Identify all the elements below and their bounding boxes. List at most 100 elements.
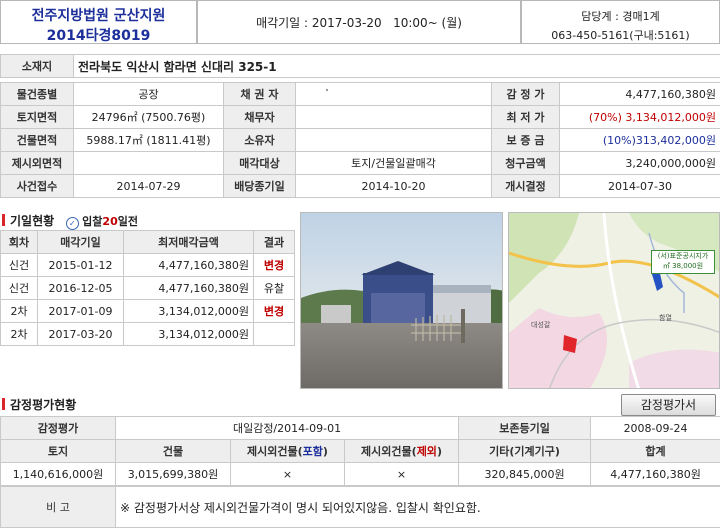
cell-label: 감정평가 — [0, 416, 116, 440]
property-info-table: 소재지 전라북도 익산시 함라면 신대리 325-1 — [0, 54, 720, 78]
table-row: 물건종별 공장 채 권 자 감 정 가 4,477,160,380원 — [0, 82, 720, 106]
minimum-price: (70%) 3,134,012,000원 — [559, 105, 720, 129]
sale-date: 2017-03-20 — [37, 322, 124, 346]
result: 변경 — [253, 299, 295, 323]
table-row: 신건 2016-12-05 4,477,160,380원 유찰 — [0, 276, 295, 300]
round: 2차 — [0, 322, 38, 346]
land-area: 24796㎡ (7500.76평) — [73, 105, 224, 129]
bid-suffix: 일전 — [117, 215, 138, 228]
col-header-text: ) — [322, 445, 328, 458]
map-place-label: 함열 — [659, 314, 672, 322]
col-header: 합계 — [590, 439, 720, 463]
appraisal-section-title: 감정평가현황 — [2, 396, 76, 413]
note-table: 비 고 ※ 감정평가서상 제시외건물가격이 명시 되어있지않음. 입찰시 확인요… — [0, 486, 720, 528]
location-label: 소재지 — [0, 54, 74, 78]
col-header: 제시외건물(포함) — [230, 439, 345, 463]
min-price: 3,134,012,000원 — [123, 299, 254, 323]
col-header: 결과 — [253, 230, 295, 254]
history-title: 기일현황 — [10, 214, 55, 228]
location-map[interactable]: (서)표준공시지가 ㎡ 38,000원 대성갈 함열 — [508, 212, 720, 389]
location-value: 전라북도 익산시 함라면 신대리 325-1 — [72, 54, 720, 78]
factory-photo-image — [301, 213, 502, 388]
table-row: 토지면적 24796㎡ (7500.76평) 채무자 최 저 가 (70%) 3… — [0, 105, 720, 129]
min-price: 4,477,160,380원 — [123, 276, 254, 300]
redacted-dot — [326, 89, 328, 91]
cell-label: 최 저 가 — [491, 105, 560, 129]
dividend-deadline: 2014-10-20 — [295, 174, 492, 198]
start-decision-date: 2014-07-30 — [559, 174, 720, 198]
round: 신건 — [0, 276, 38, 300]
property-photo[interactable] — [300, 212, 503, 389]
cell-label: 매각대상 — [223, 151, 296, 175]
property-type: 공장 — [73, 82, 224, 106]
map-place-label: 대성갈 — [531, 321, 551, 329]
table-row: 소재지 전라북도 익산시 함라면 신대리 325-1 — [0, 54, 720, 78]
building-area: 5988.17㎡ (1811.41평) — [73, 128, 224, 152]
col-header: 회차 — [0, 230, 38, 254]
table-row: 건물면적 5988.17㎡ (1811.41평) 소유자 보 증 금 (10%)… — [0, 128, 720, 152]
map-price-title: (서)표준공시지가 — [657, 252, 709, 260]
col-header: 건물 — [115, 439, 231, 463]
note-text: ※ 감정평가서상 제시외건물가격이 명시 되어있지않음. 입찰시 확인요함. — [115, 486, 720, 528]
history-section-title: 기일현황 ✓ 입찰20일전 — [2, 212, 138, 230]
case-header-box: 전주지방법원 군산지원 2014타경8019 — [0, 0, 197, 44]
history-table: 회차 매각기일 최저매각금액 결과 신건 2015-01-12 4,477,16… — [0, 230, 295, 346]
map-price-value: ㎡ 38,000원 — [662, 262, 704, 270]
cell-label: 청구금액 — [491, 151, 560, 175]
table-row: 1,140,616,000원 3,015,699,380원 × × 320,84… — [0, 462, 720, 486]
sale-target: 토지/건물일괄매각 — [295, 151, 492, 175]
cell-label: 보존등기일 — [458, 416, 592, 440]
bid-prefix: 입찰 — [82, 215, 103, 228]
col-header: 기타(기계기구) — [458, 439, 592, 463]
cell-label: 개시결정 — [491, 174, 560, 198]
min-price: 4,477,160,380원 — [123, 253, 254, 277]
sale-date: 2015-01-12 — [37, 253, 124, 277]
col-header: 제시외건물(제외) — [343, 439, 460, 463]
dept-phone: 063-450-5161(구내:5161) — [551, 29, 690, 42]
extra-included-value: × — [230, 462, 345, 486]
case-number: 2014타경8019 — [46, 28, 151, 44]
total-value: 4,477,160,380원 — [590, 462, 720, 486]
cell-label: 물건종별 — [0, 82, 74, 106]
cell-label: 채무자 — [223, 105, 296, 129]
table-row: 사건접수 2014-07-29 배당종기일 2014-10-20 개시결정 20… — [0, 174, 720, 198]
court-name: 전주지방법원 군산지원 — [31, 8, 166, 24]
cell-label: 토지면적 — [0, 105, 74, 129]
note-label: 비 고 — [0, 486, 116, 528]
section-bullet — [2, 214, 5, 226]
round: 신건 — [0, 253, 38, 277]
col-header: 최저매각금액 — [123, 230, 254, 254]
sale-date: 매각기일 : 2017-03-20 10:00~ (월) — [256, 16, 462, 30]
appraisal-title: 감정평가현황 — [10, 398, 77, 412]
col-header-emph: 포함 — [302, 445, 323, 458]
case-received-date: 2014-07-29 — [73, 174, 224, 198]
table-row: 감정평가 대일감정/2014-09-01 보존등기일 2008-09-24 — [0, 416, 720, 440]
cell-label: 채 권 자 — [223, 82, 296, 106]
table-header-row: 회차 매각기일 최저매각금액 결과 — [0, 230, 295, 254]
appraisal-table: 감정평가 대일감정/2014-09-01 보존등기일 2008-09-24 토지… — [0, 416, 720, 486]
table-row: 2차 2017-03-20 3,134,012,000원 — [0, 322, 295, 346]
appraisal-report-button[interactable]: 감정평가서 — [621, 394, 716, 416]
dept-name: 담당계 : 경매1계 — [581, 10, 660, 23]
result: 유찰 — [253, 276, 295, 300]
building-value: 3,015,699,380원 — [115, 462, 231, 486]
col-header-emph: 제외 — [416, 445, 437, 458]
cell-label: 소유자 — [223, 128, 296, 152]
cell-label: 보 증 금 — [491, 128, 560, 152]
owner-value — [295, 128, 492, 152]
min-price: 3,134,012,000원 — [123, 322, 254, 346]
round: 2차 — [0, 299, 38, 323]
table-header-row: 토지 건물 제시외건물(포함) 제시외건물(제외) 기타(기계기구) 합계 — [0, 439, 720, 463]
debtor-value — [295, 105, 492, 129]
map-price-label: (서)표준공시지가 ㎡ 38,000원 — [651, 250, 715, 274]
table-row: 제시외면적 매각대상 토지/건물일괄매각 청구금액 3,240,000,000원 — [0, 151, 720, 175]
section-bullet — [2, 398, 5, 410]
bid-days: 20 — [102, 215, 118, 228]
result: 변경 — [253, 253, 295, 277]
appraiser-date: 대일감정/2014-09-01 — [114, 416, 460, 440]
col-header: 토지 — [0, 439, 116, 463]
sale-date: 2016-12-05 — [37, 276, 124, 300]
machinery-value: 320,845,000원 — [458, 462, 592, 486]
cell-label: 사건접수 — [0, 174, 74, 198]
dept-box: 담당계 : 경매1계 063-450-5161(구내:5161) — [521, 0, 720, 44]
